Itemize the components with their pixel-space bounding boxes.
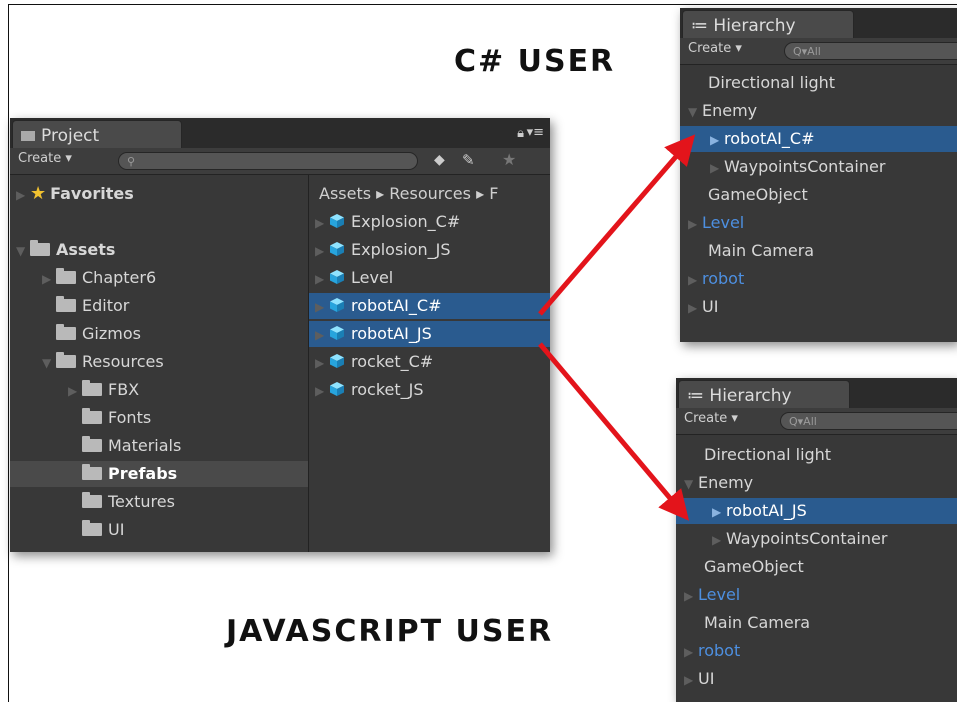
arrow-to-csharp [538, 134, 696, 316]
arrow-to-javascript [538, 342, 690, 521]
annotation-arrows [538, 134, 696, 521]
